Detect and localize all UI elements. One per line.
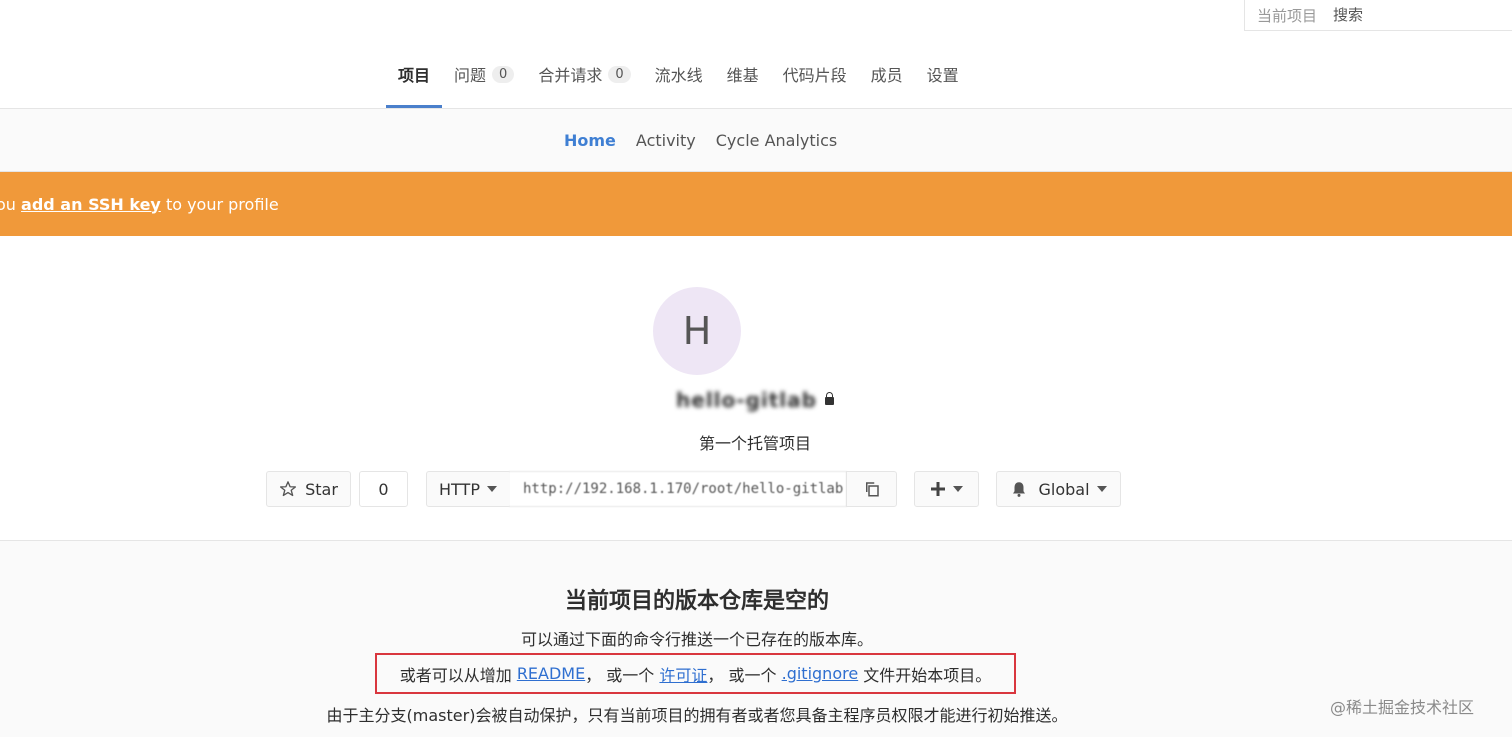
notification-label: Global [1038, 479, 1090, 499]
tab-wiki[interactable]: 维基 [715, 40, 771, 108]
protocol-label: HTTP [439, 479, 480, 499]
project-title: hello-gitlab [560, 388, 950, 412]
chevron-down-icon [1096, 486, 1107, 492]
new-item-dropdown[interactable] [914, 471, 979, 507]
tab-label: 项目 [398, 66, 431, 85]
star-count: 0 [359, 471, 408, 507]
project-avatar: H [653, 287, 741, 375]
chevron-down-icon [953, 486, 963, 492]
banner-suffix: to your profile [165, 194, 279, 214]
line2-suffix: 文件开始本项目。 [863, 665, 992, 685]
tab-members[interactable]: 成员 [859, 40, 915, 108]
tab-pipelines[interactable]: 流水线 [643, 40, 715, 108]
search-box[interactable]: 当前项目 [1244, 0, 1512, 31]
empty-repo-title: 当前项目的版本仓库是空的 [564, 589, 829, 614]
project-description: 第一个托管项目 [698, 434, 811, 453]
plus-icon [931, 482, 945, 496]
subtab-home[interactable]: Home [554, 131, 626, 150]
project-sub-nav: Home Activity Cycle Analytics [0, 109, 1512, 172]
copy-icon [865, 482, 879, 497]
tab-label: 维基 [726, 66, 759, 85]
watermark: @稀土掘金技术社区 [1330, 698, 1475, 717]
issues-count-badge: 0 [492, 65, 515, 83]
chevron-down-icon [486, 486, 497, 492]
project-nav: 项目 问题 0 合并请求 0 流水线 维基 代码片段 成员 设置 [0, 40, 1512, 109]
banner-prefix: ou [0, 194, 16, 214]
empty-repo-line1: 可以通过下面的命令行推送一个已存在的版本库。 [520, 630, 873, 649]
banner-text: ou add an SSH key to your profile [0, 195, 279, 214]
star-icon [280, 481, 297, 497]
tab-label: 流水线 [654, 66, 703, 85]
tab-label: 成员 [870, 66, 903, 85]
line2-prefix: 或者可以从增加 [399, 665, 512, 685]
tab-label: 设置 [926, 66, 959, 85]
lock-icon [824, 392, 834, 405]
tab-label: 问题 [454, 66, 487, 85]
bell-icon [1013, 482, 1026, 497]
merge-requests-count-badge: 0 [608, 65, 631, 83]
tab-label: 代码片段 [782, 66, 847, 85]
star-button[interactable]: Star [266, 471, 351, 507]
tab-label: 合并请求 [538, 66, 603, 85]
tab-merge-requests[interactable]: 合并请求 0 [526, 40, 642, 108]
star-label: Star [305, 479, 338, 499]
empty-repo-line3: 由于主分支(master)会被自动保护，只有当前项目的拥有者或者您具备主程序员权… [326, 706, 1068, 725]
highlighted-instructions: 或者可以从增加 README ， 或一个 许可证 ， 或一个 .gitignor… [375, 653, 1016, 694]
ssh-key-banner: ou add an SSH key to your profile [0, 172, 1512, 236]
copy-url-button[interactable] [846, 471, 897, 507]
project-name: hello-gitlab [676, 388, 817, 412]
add-ssh-key-link[interactable]: add an SSH key [21, 195, 161, 214]
gitignore-link[interactable]: .gitignore [782, 664, 859, 683]
search-input[interactable] [1331, 5, 1486, 25]
tab-project[interactable]: 项目 [386, 40, 443, 108]
subtab-activity[interactable]: Activity [626, 131, 706, 150]
tab-settings[interactable]: 设置 [915, 40, 971, 108]
tab-snippets[interactable]: 代码片段 [771, 40, 859, 108]
line2-sep2: ， 或一个 [707, 665, 777, 685]
tab-issues[interactable]: 问题 0 [442, 40, 526, 108]
license-link[interactable]: 许可证 [659, 662, 707, 686]
line2-sep1: ， 或一个 [585, 665, 655, 685]
search-scope[interactable]: 当前项目 [1245, 5, 1317, 26]
clone-url-input[interactable] [509, 471, 847, 507]
notification-dropdown[interactable]: Global [996, 471, 1121, 507]
subtab-cycle-analytics[interactable]: Cycle Analytics [706, 131, 847, 150]
protocol-dropdown[interactable]: HTTP [426, 471, 510, 507]
readme-link[interactable]: README [517, 664, 585, 683]
